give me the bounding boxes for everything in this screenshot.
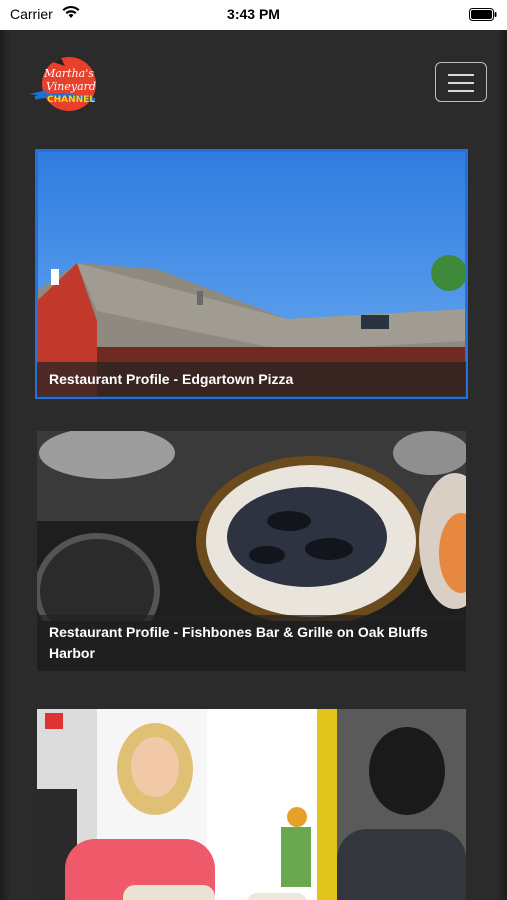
video-card[interactable] — [37, 709, 466, 900]
svg-text:Martha's: Martha's — [43, 67, 94, 80]
menu-button[interactable] — [435, 62, 487, 102]
status-bar: Carrier 3:43 PM — [0, 0, 507, 30]
app-screen: Martha's Vineyard CHANNEL Restaurant Pro… — [0, 30, 507, 900]
video-thumbnail — [37, 709, 466, 900]
hamburger-icon-bar — [448, 90, 474, 92]
battery-icon — [469, 8, 497, 21]
video-title: Restaurant Profile - Edgartown Pizza — [37, 362, 466, 397]
video-thumbnail — [37, 151, 466, 397]
hamburger-icon-bar — [448, 74, 474, 76]
svg-text:CHANNEL: CHANNEL — [47, 95, 95, 105]
video-card[interactable]: Restaurant Profile - Edgartown Pizza — [35, 149, 468, 399]
svg-text:Vineyard: Vineyard — [46, 80, 96, 93]
video-card[interactable]: Restaurant Profile - Fishbones Bar & Gri… — [37, 431, 466, 671]
clock: 3:43 PM — [227, 6, 280, 22]
hamburger-icon-bar — [448, 82, 474, 84]
video-title: Restaurant Profile - Fishbones Bar & Gri… — [37, 615, 466, 671]
channel-logo[interactable]: Martha's Vineyard CHANNEL — [25, 54, 105, 116]
